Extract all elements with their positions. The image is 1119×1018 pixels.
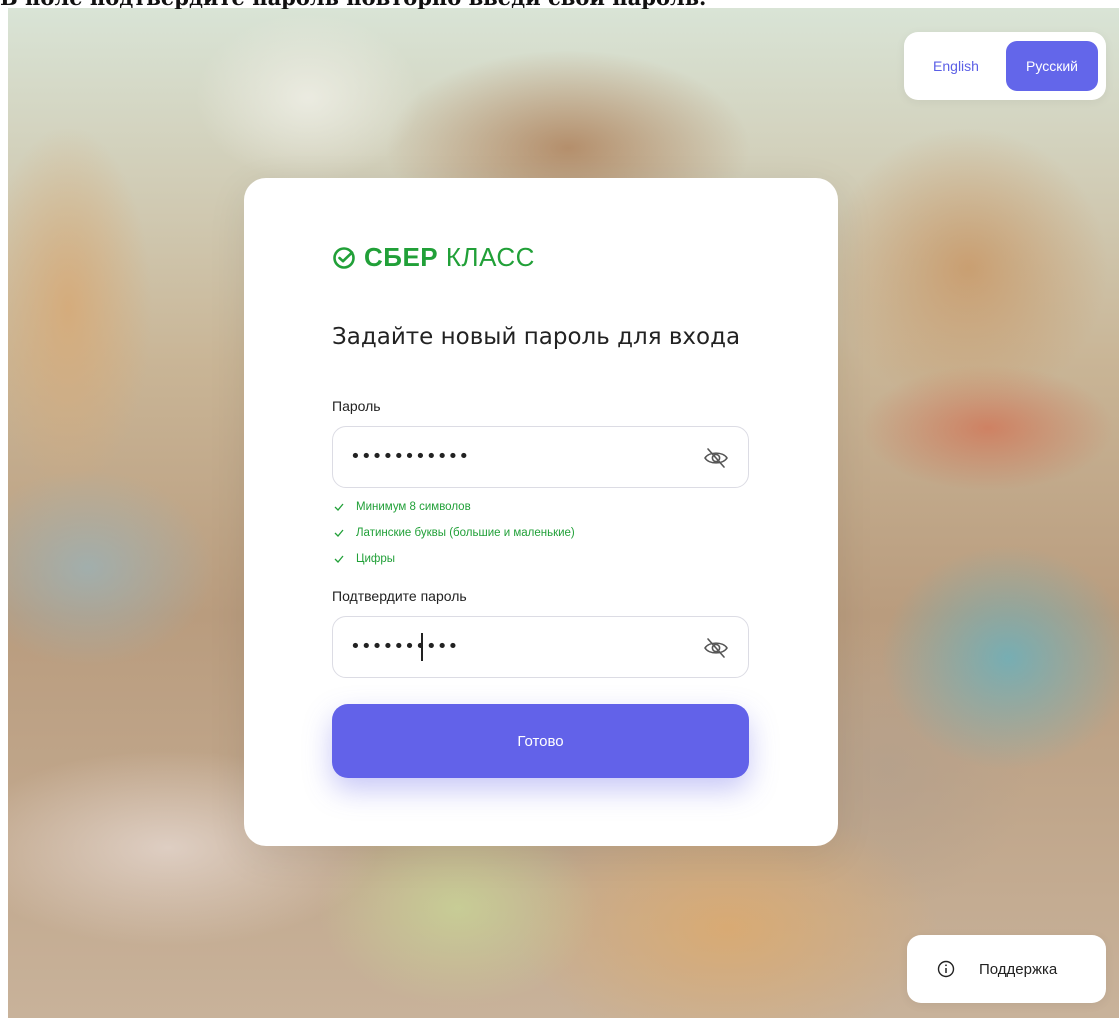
language-switch: English Русский bbox=[904, 32, 1106, 100]
sber-check-icon bbox=[333, 246, 355, 269]
language-option-russian[interactable]: Русский bbox=[1006, 41, 1098, 91]
confirm-password-label: Подтвердите пароль bbox=[332, 588, 467, 604]
support-button[interactable]: Поддержка bbox=[907, 935, 1106, 1003]
password-field[interactable]: ••••••••••• bbox=[332, 426, 749, 488]
password-label: Пароль bbox=[332, 398, 381, 414]
confirm-password-value: •••••••••• bbox=[350, 636, 459, 657]
sber-class-logo: СБЕР КЛАСС bbox=[332, 242, 535, 273]
rule-text: Латинские буквы (большие и маленькие) bbox=[356, 527, 575, 539]
text-caret bbox=[421, 633, 423, 661]
logo-text: СБЕР КЛАСС bbox=[364, 242, 535, 272]
password-rules: Минимум 8 символов Латинские буквы (боль… bbox=[334, 494, 575, 572]
check-icon bbox=[334, 503, 344, 511]
support-label: Поддержка bbox=[979, 960, 1058, 978]
confirm-password-field[interactable]: •••••••••• bbox=[332, 616, 749, 678]
eye-off-icon[interactable] bbox=[703, 446, 729, 470]
rule-item: Минимум 8 символов bbox=[334, 494, 575, 520]
page-title: Задайте новый пароль для входа bbox=[332, 324, 741, 350]
rule-item: Латинские буквы (большие и маленькие) bbox=[334, 520, 575, 546]
rule-text: Минимум 8 символов bbox=[356, 501, 471, 513]
rule-text: Цифры bbox=[356, 553, 396, 565]
rule-item: Цифры bbox=[334, 546, 575, 572]
instruction-caption: В поле подтвердите пароль повторно введи… bbox=[0, 0, 1119, 9]
check-icon bbox=[334, 555, 344, 563]
language-option-english[interactable]: English bbox=[912, 41, 1000, 91]
submit-button[interactable]: Готово bbox=[332, 704, 749, 778]
password-card: СБЕР КЛАСС Задайте новый пароль для вход… bbox=[244, 178, 838, 846]
check-icon bbox=[334, 529, 344, 537]
info-icon bbox=[937, 960, 955, 978]
password-value: ••••••••••• bbox=[350, 446, 470, 467]
eye-off-icon[interactable] bbox=[703, 636, 729, 660]
